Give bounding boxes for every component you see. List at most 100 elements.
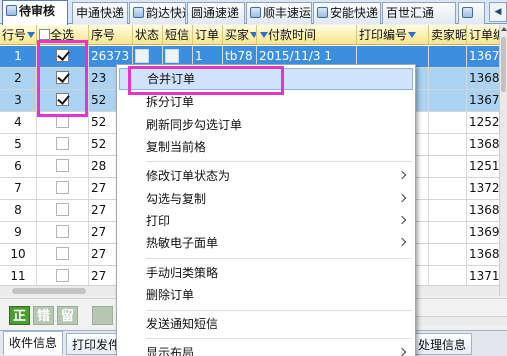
header-seq[interactable]: 序号 xyxy=(89,25,133,45)
header-orderno[interactable]: 订单编 xyxy=(467,25,499,45)
cell-rownum[interactable]: 5 xyxy=(0,134,37,155)
menu-item-label: 勾选与复制 xyxy=(146,192,207,206)
tab-label: 顺丰速运 xyxy=(263,6,312,20)
row-checkbox[interactable] xyxy=(56,247,69,260)
cell-orderno[interactable]: 13686 xyxy=(467,244,499,265)
cell-seller-nick[interactable] xyxy=(429,134,467,155)
header-rownum[interactable]: 行号 xyxy=(0,25,37,45)
cell-seller-nick[interactable] xyxy=(429,46,467,67)
menu-item-thermal-waybill[interactable]: 热敏电子面单 xyxy=(119,232,413,254)
cell-orderno[interactable]: 12513 xyxy=(467,156,499,177)
header-buyer[interactable]: 买家 xyxy=(223,25,257,45)
menu-item-delete-order[interactable]: 删除订单 xyxy=(119,284,413,306)
cell-seller-nick[interactable] xyxy=(429,90,467,111)
cell-orderno[interactable]: 13711 xyxy=(467,266,499,287)
cell-checkbox[interactable] xyxy=(37,134,89,155)
header-printno[interactable]: 打印编号 xyxy=(357,25,429,45)
cell-orderno[interactable]: 12525 xyxy=(467,112,499,133)
cell-rownum[interactable]: 4 xyxy=(0,112,37,133)
cell-orderno[interactable]: 13729 xyxy=(467,178,499,199)
menu-item-refresh-sync[interactable]: 刷新同步勾选订单 xyxy=(119,114,413,136)
menu-item-send-sms[interactable]: 发送通知短信 xyxy=(119,313,413,335)
cell-checkbox[interactable] xyxy=(37,266,89,287)
tab-scroll-left-button[interactable]: ◀ xyxy=(489,2,507,22)
menu-item-copy-cell[interactable]: 复制当前格 xyxy=(119,136,413,158)
menu-item-label: 删除订单 xyxy=(146,288,195,302)
tab-receiver-info[interactable]: 收件信息 xyxy=(3,331,64,355)
row-checkbox[interactable] xyxy=(56,159,69,172)
cell-seller-nick[interactable] xyxy=(429,244,467,265)
cell-orderno[interactable]: 13691 xyxy=(467,222,499,243)
row-checkbox[interactable] xyxy=(56,137,69,150)
scroll-thumb[interactable] xyxy=(501,37,506,92)
select-all-checkbox[interactable] xyxy=(39,29,50,40)
cell-orderno[interactable]: 13684 xyxy=(467,200,499,221)
filter-icon[interactable] xyxy=(27,32,36,38)
row-checkbox[interactable] xyxy=(56,203,69,216)
cell-seller-nick[interactable] xyxy=(429,178,467,199)
toolbar-button-keep[interactable]: 留 xyxy=(57,306,78,325)
cell-orderno[interactable]: 13682 xyxy=(467,68,499,89)
scroll-up-arrow-icon[interactable] xyxy=(501,27,507,31)
row-checkbox[interactable] xyxy=(56,225,69,238)
cell-rownum[interactable]: 6 xyxy=(0,156,37,177)
scroll-thumb[interactable] xyxy=(12,288,86,294)
cell-seller-nick[interactable] xyxy=(429,112,467,133)
menu-item-label: 发送通知短信 xyxy=(146,317,219,331)
cell-checkbox[interactable] xyxy=(37,244,89,265)
cell-seller-nick[interactable] xyxy=(429,222,467,243)
cell-checkbox[interactable] xyxy=(37,200,89,221)
tab-pending-review[interactable]: 待审核 xyxy=(2,0,68,25)
cell-rownum[interactable]: 2 xyxy=(0,68,37,89)
tab-icon xyxy=(317,7,328,18)
toolbar-button[interactable] xyxy=(92,306,113,325)
header-status[interactable]: 状态 xyxy=(133,25,163,45)
cell-seller-nick[interactable] xyxy=(429,266,467,287)
tab-label: 申通快递 xyxy=(76,6,125,20)
cell-rownum[interactable]: 8 xyxy=(0,200,37,221)
header-seller-nick[interactable]: 卖家昵称 xyxy=(429,25,467,45)
toolbar-button-error[interactable]: 错 xyxy=(33,306,54,325)
cell-rownum[interactable]: 9 xyxy=(0,222,37,243)
tab-overflow[interactable] xyxy=(458,2,485,24)
tab-anneng[interactable]: 安能快递 xyxy=(313,2,381,24)
cell-orderno[interactable]: 13687 xyxy=(467,134,499,155)
cell-seller-nick[interactable] xyxy=(429,156,467,177)
cell-seller-nick[interactable] xyxy=(429,200,467,221)
menu-item-check-and-copy[interactable]: 勾选与复制 xyxy=(119,188,413,210)
cell-orderno[interactable]: 13676 xyxy=(467,46,499,67)
header-sms[interactable]: 短信 xyxy=(163,25,193,45)
menu-item-display-layout[interactable]: 显示布局 xyxy=(119,342,413,356)
cell-rownum[interactable]: 11 xyxy=(0,266,37,287)
cell-checkbox[interactable] xyxy=(37,222,89,243)
filter-icon[interactable] xyxy=(260,32,268,38)
header-paytime[interactable]: 付款时间 xyxy=(257,25,357,45)
header-label: 打印编号 xyxy=(359,28,408,42)
cell-seller-nick[interactable] xyxy=(429,68,467,89)
tab-sf[interactable]: 顺丰速运 xyxy=(246,2,312,24)
header-order[interactable]: 订单 xyxy=(193,25,223,45)
cell-rownum[interactable]: 10 xyxy=(0,244,37,265)
cell-checkbox[interactable] xyxy=(37,178,89,199)
row-checkbox[interactable] xyxy=(56,181,69,194)
tab-best[interactable]: 百世汇通 xyxy=(382,2,456,24)
menu-item-modify-status[interactable]: 修改订单状态为 xyxy=(119,165,413,187)
tab-sto[interactable]: 申通快递 xyxy=(72,2,128,24)
row-checkbox[interactable] xyxy=(56,269,69,282)
cell-rownum[interactable]: 7 xyxy=(0,178,37,199)
submenu-arrow-icon xyxy=(397,215,407,225)
toolbar-button-correct[interactable]: 正 xyxy=(9,306,30,325)
tab-yto[interactable]: 圆通速递 xyxy=(187,2,245,24)
tab-yunda[interactable]: 韵达快递 xyxy=(129,2,186,24)
filter-icon[interactable] xyxy=(250,32,256,38)
menu-item-manual-classify[interactable]: 手动归类策略 xyxy=(119,262,413,284)
cell-orderno[interactable]: 13677 xyxy=(467,90,499,111)
menu-item-print[interactable]: 打印 xyxy=(119,210,413,232)
cell-rownum[interactable]: 3 xyxy=(0,90,37,111)
button-label: 错 xyxy=(36,309,50,324)
filter-icon[interactable] xyxy=(408,32,417,38)
tab-process-info[interactable]: 处理信息 xyxy=(412,333,473,355)
vertical-scrollbar[interactable] xyxy=(499,25,507,296)
cell-rownum[interactable]: 1 xyxy=(0,46,37,67)
cell-checkbox[interactable] xyxy=(37,156,89,177)
